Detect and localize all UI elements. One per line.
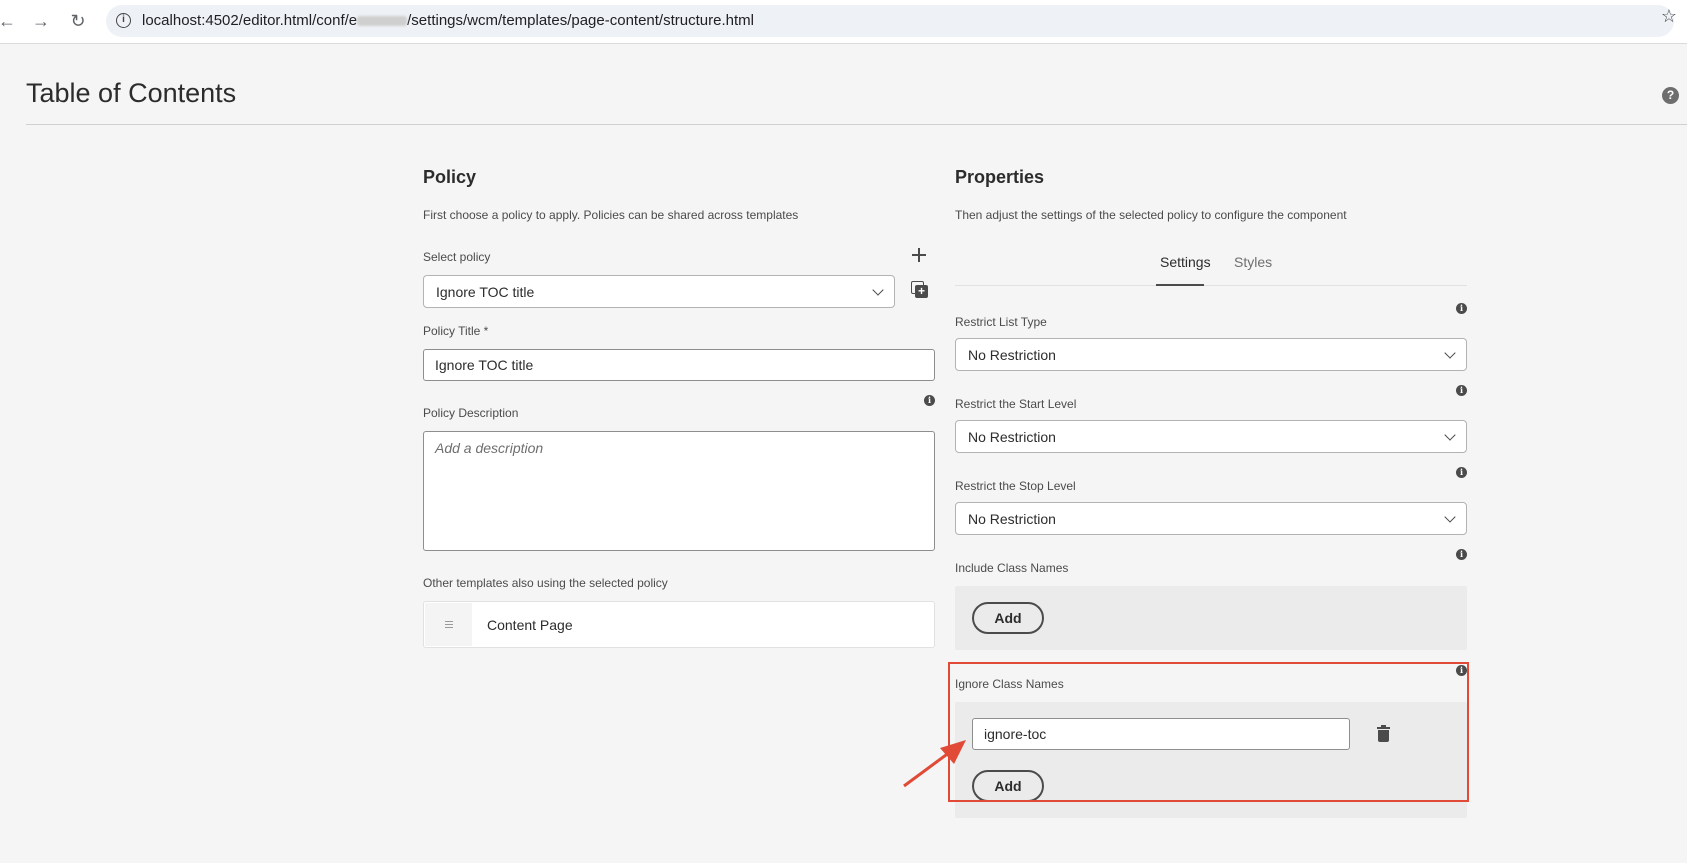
page-title: Table of Contents (26, 78, 237, 108)
bookmark-star-icon[interactable]: ☆ (1661, 6, 1677, 27)
policy-description-label: Policy Description (423, 406, 519, 420)
include-class-names-label: Include Class Names (955, 561, 1069, 575)
back-arrow-icon[interactable]: ← (0, 10, 18, 32)
select-policy-dropdown[interactable]: Ignore TOC title (423, 275, 895, 308)
annotation-arrow-icon (903, 740, 966, 788)
restrict-stop-level-dropdown[interactable]: No Restriction (955, 502, 1467, 535)
forward-arrow-icon[interactable]: → (30, 10, 52, 32)
restrict-stop-level-value: No Restriction (968, 511, 1056, 527)
properties-heading: Properties (955, 167, 1045, 187)
help-icon[interactable]: ? (1662, 87, 1679, 104)
redacted-segment (357, 16, 408, 27)
address-bar[interactable]: i localhost:4502/editor.html/conf/e/sett… (106, 5, 1674, 37)
select-policy-label: Select policy (423, 250, 491, 264)
header-divider (26, 124, 1687, 125)
tabs-divider (955, 285, 1467, 286)
template-thumbnail-icon (425, 603, 472, 646)
tab-settings[interactable]: Settings (1160, 254, 1211, 270)
chevron-down-icon (1444, 347, 1456, 359)
chevron-down-icon (872, 284, 884, 296)
policy-description-text: First choose a policy to apply. Policies… (423, 208, 799, 222)
include-class-names-multifield: Add (955, 586, 1467, 650)
restrict-start-level-value: No Restriction (968, 429, 1056, 445)
policy-heading: Policy (423, 167, 477, 187)
chevron-down-icon (1444, 511, 1456, 523)
restrict-list-type-value: No Restriction (968, 347, 1056, 363)
restrict-list-type-label: Restrict List Type (955, 315, 1047, 329)
info-icon[interactable]: i (1456, 549, 1467, 560)
info-icon[interactable]: i (924, 395, 935, 406)
restrict-start-level-dropdown[interactable]: No Restriction (955, 420, 1467, 453)
select-policy-value: Ignore TOC title (436, 284, 535, 300)
properties-description-text: Then adjust the settings of the selected… (955, 208, 1347, 222)
browser-toolbar: ← → ↻ i localhost:4502/editor.html/conf/… (0, 0, 1687, 44)
include-class-add-button[interactable]: Add (972, 602, 1044, 634)
reload-icon[interactable]: ↻ (67, 10, 89, 32)
info-icon[interactable]: i (1456, 385, 1467, 396)
site-info-icon[interactable]: i (116, 13, 131, 28)
duplicate-policy-icon[interactable]: + (911, 281, 928, 298)
policy-title-input[interactable]: Ignore TOC title (423, 349, 935, 381)
info-icon[interactable]: i (1456, 467, 1467, 478)
restrict-list-type-dropdown[interactable]: No Restriction (955, 338, 1467, 371)
other-templates-label: Other templates also using the selected … (423, 576, 668, 590)
url-text[interactable]: localhost:4502/editor.html/conf/e/settin… (142, 12, 754, 29)
annotation-highlight-box (948, 662, 1469, 802)
tab-styles[interactable]: Styles (1234, 254, 1272, 270)
add-policy-plus-icon[interactable] (911, 247, 927, 263)
policy-description-textarea[interactable]: Add a description (423, 431, 935, 551)
info-icon[interactable]: i (1456, 303, 1467, 314)
policy-title-label: Policy Title * (423, 324, 489, 338)
template-name: Content Page (487, 617, 573, 633)
active-tab-indicator (1156, 284, 1204, 286)
template-list-item[interactable]: Content Page (423, 601, 935, 648)
restrict-stop-level-label: Restrict the Stop Level (955, 479, 1076, 493)
chevron-down-icon (1444, 429, 1456, 441)
restrict-start-level-label: Restrict the Start Level (955, 397, 1077, 411)
